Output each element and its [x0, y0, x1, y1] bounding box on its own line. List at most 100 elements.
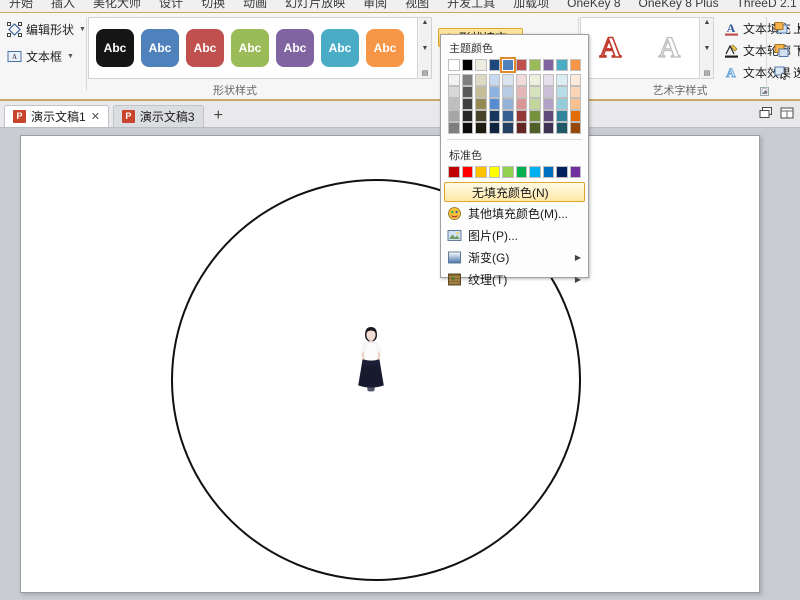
theme-variant-1-7[interactable] — [542, 86, 554, 98]
selection-pane-button[interactable]: 选择窗格 — [770, 61, 800, 83]
theme-variant-0-0[interactable] — [448, 74, 460, 86]
theme-variant-2-9[interactable] — [569, 98, 581, 110]
wordart-sample-1[interactable]: A — [658, 30, 681, 65]
ribbon-tab-6[interactable]: 幻灯片放映 — [276, 0, 354, 12]
theme-variant-2-6[interactable] — [529, 98, 541, 110]
theme-variant-3-3[interactable] — [488, 110, 500, 122]
document-tab-0-close-icon[interactable]: ✕ — [91, 110, 100, 123]
theme-variant-2-0[interactable] — [448, 98, 460, 110]
theme-variant-4-5[interactable] — [515, 122, 527, 134]
cascade-windows-icon[interactable] — [759, 106, 773, 123]
submenu-arrow-icon[interactable]: ▶ — [575, 275, 581, 284]
wordart-gallery-scrollbar[interactable]: ▲ ▼ ▤ — [701, 17, 714, 79]
bring-forward-button[interactable]: 上移一层 — [770, 17, 800, 39]
theme-variant-4-2[interactable] — [475, 122, 487, 134]
ribbon-tab-8[interactable]: 视图 — [396, 0, 438, 12]
ribbon-tab-7[interactable]: 审阅 — [354, 0, 396, 12]
theme-variant-2-2[interactable] — [475, 98, 487, 110]
theme-variant-1-6[interactable] — [529, 86, 541, 98]
theme-variant-0-5[interactable] — [515, 74, 527, 86]
theme-variant-0-6[interactable] — [529, 74, 541, 86]
tile-windows-icon[interactable] — [780, 106, 794, 123]
wordart-scroll-up-icon[interactable]: ▲ — [704, 19, 711, 26]
theme-color-palette[interactable] — [441, 57, 588, 134]
theme-variant-4-6[interactable] — [529, 122, 541, 134]
theme-variant-0-9[interactable] — [569, 74, 581, 86]
gallery-more-icon[interactable]: ▤ — [422, 70, 429, 77]
theme-variant-0-2[interactable] — [475, 74, 487, 86]
theme-variant-0-8[interactable] — [556, 74, 568, 86]
theme-variant-row-1[interactable] — [448, 86, 581, 98]
theme-variant-4-3[interactable] — [488, 122, 500, 134]
wordart-gallery[interactable]: A A — [580, 17, 700, 79]
theme-variant-3-2[interactable] — [475, 110, 487, 122]
theme-variant-3-7[interactable] — [542, 110, 554, 122]
ribbon-tab-13[interactable]: ThreeD 2.1 — [728, 0, 800, 12]
theme-variant-row-0[interactable] — [448, 74, 581, 86]
ribbon-tab-strip[interactable]: 开始 插入 美化大师 设计 切换 动画 幻灯片放映 审阅 视图 开发工具 加载项… — [0, 0, 800, 13]
theme-variant-2-1[interactable] — [461, 98, 473, 110]
ribbon-tab-2[interactable]: 美化大师 — [84, 0, 150, 12]
shape-style-swatch-6[interactable]: Abc — [366, 29, 404, 67]
theme-variant-0-1[interactable] — [461, 74, 473, 86]
standard-color-1[interactable] — [461, 166, 473, 178]
ribbon-tab-10[interactable]: 加载项 — [504, 0, 558, 12]
theme-variant-1-1[interactable] — [461, 86, 473, 98]
theme-variant-0-3[interactable] — [488, 74, 500, 86]
standard-color-6[interactable] — [529, 166, 541, 178]
menu-item-gradient[interactable]: 渐变(G) ▶ — [441, 246, 588, 268]
theme-variant-1-0[interactable] — [448, 86, 460, 98]
ribbon-tab-0[interactable]: 开始 — [0, 0, 42, 12]
theme-color-8[interactable] — [556, 59, 568, 71]
theme-variant-3-0[interactable] — [448, 110, 460, 122]
theme-variant-1-9[interactable] — [569, 86, 581, 98]
ribbon-tab-11[interactable]: OneKey 8 — [558, 0, 629, 12]
standard-color-4[interactable] — [502, 166, 514, 178]
theme-color-0[interactable] — [448, 59, 460, 71]
shape-fill-dropdown-menu[interactable]: 主题颜色 标准色 无填充颜色(N) 其他填充颜色(M)... 图片(P)... … — [440, 34, 589, 287]
shape-style-swatch-2[interactable]: Abc — [186, 29, 224, 67]
document-tab-1[interactable]: P 演示文稿3 — [112, 105, 204, 127]
shape-style-swatch-3[interactable]: Abc — [231, 29, 269, 67]
theme-variant-4-8[interactable] — [556, 122, 568, 134]
standard-color-row[interactable] — [448, 166, 581, 178]
theme-variant-3-6[interactable] — [529, 110, 541, 122]
theme-variant-1-2[interactable] — [475, 86, 487, 98]
gallery-scroll-down-icon[interactable]: ▼ — [422, 45, 429, 52]
theme-variant-4-4[interactable] — [502, 122, 514, 134]
ribbon-tab-4[interactable]: 切换 — [192, 0, 234, 12]
theme-variant-1-3[interactable] — [488, 86, 500, 98]
new-document-tab-button[interactable]: + — [204, 107, 233, 127]
theme-variant-3-5[interactable] — [515, 110, 527, 122]
theme-variant-row-4[interactable] — [448, 122, 581, 134]
menu-item-no-fill[interactable]: 无填充颜色(N) — [444, 182, 585, 202]
ribbon-tab-1[interactable]: 插入 — [42, 0, 84, 12]
menu-item-picture[interactable]: 图片(P)... — [441, 224, 588, 246]
theme-variant-1-5[interactable] — [515, 86, 527, 98]
theme-color-9[interactable] — [569, 59, 581, 71]
submenu-arrow-icon[interactable]: ▶ — [575, 253, 581, 262]
theme-color-1[interactable] — [461, 59, 473, 71]
gallery-scroll-up-icon[interactable]: ▲ — [422, 19, 429, 26]
theme-variant-2-7[interactable] — [542, 98, 554, 110]
standard-color-0[interactable] — [448, 166, 460, 178]
theme-variant-row-3[interactable] — [448, 110, 581, 122]
standard-color-7[interactable] — [542, 166, 554, 178]
slide-canvas[interactable] — [20, 135, 760, 593]
text-box-button[interactable]: A 文本框 ▼ — [3, 45, 78, 67]
theme-variant-3-4[interactable] — [502, 110, 514, 122]
theme-color-5[interactable] — [515, 59, 527, 71]
theme-color-2[interactable] — [475, 59, 487, 71]
theme-variant-4-0[interactable] — [448, 122, 460, 134]
ribbon-tab-5[interactable]: 动画 — [234, 0, 276, 12]
theme-variant-0-7[interactable] — [542, 74, 554, 86]
theme-variant-3-8[interactable] — [556, 110, 568, 122]
theme-color-7[interactable] — [542, 59, 554, 71]
wordart-more-icon[interactable]: ▤ — [704, 70, 711, 77]
theme-variant-2-5[interactable] — [515, 98, 527, 110]
menu-item-more-colors[interactable]: 其他填充颜色(M)... — [441, 202, 588, 224]
document-tab-bar[interactable]: P 演示文稿1 ✕ P 演示文稿3 + — [0, 101, 800, 128]
theme-variant-row-2[interactable] — [448, 98, 581, 110]
standard-color-3[interactable] — [488, 166, 500, 178]
theme-variant-1-4[interactable] — [502, 86, 514, 98]
